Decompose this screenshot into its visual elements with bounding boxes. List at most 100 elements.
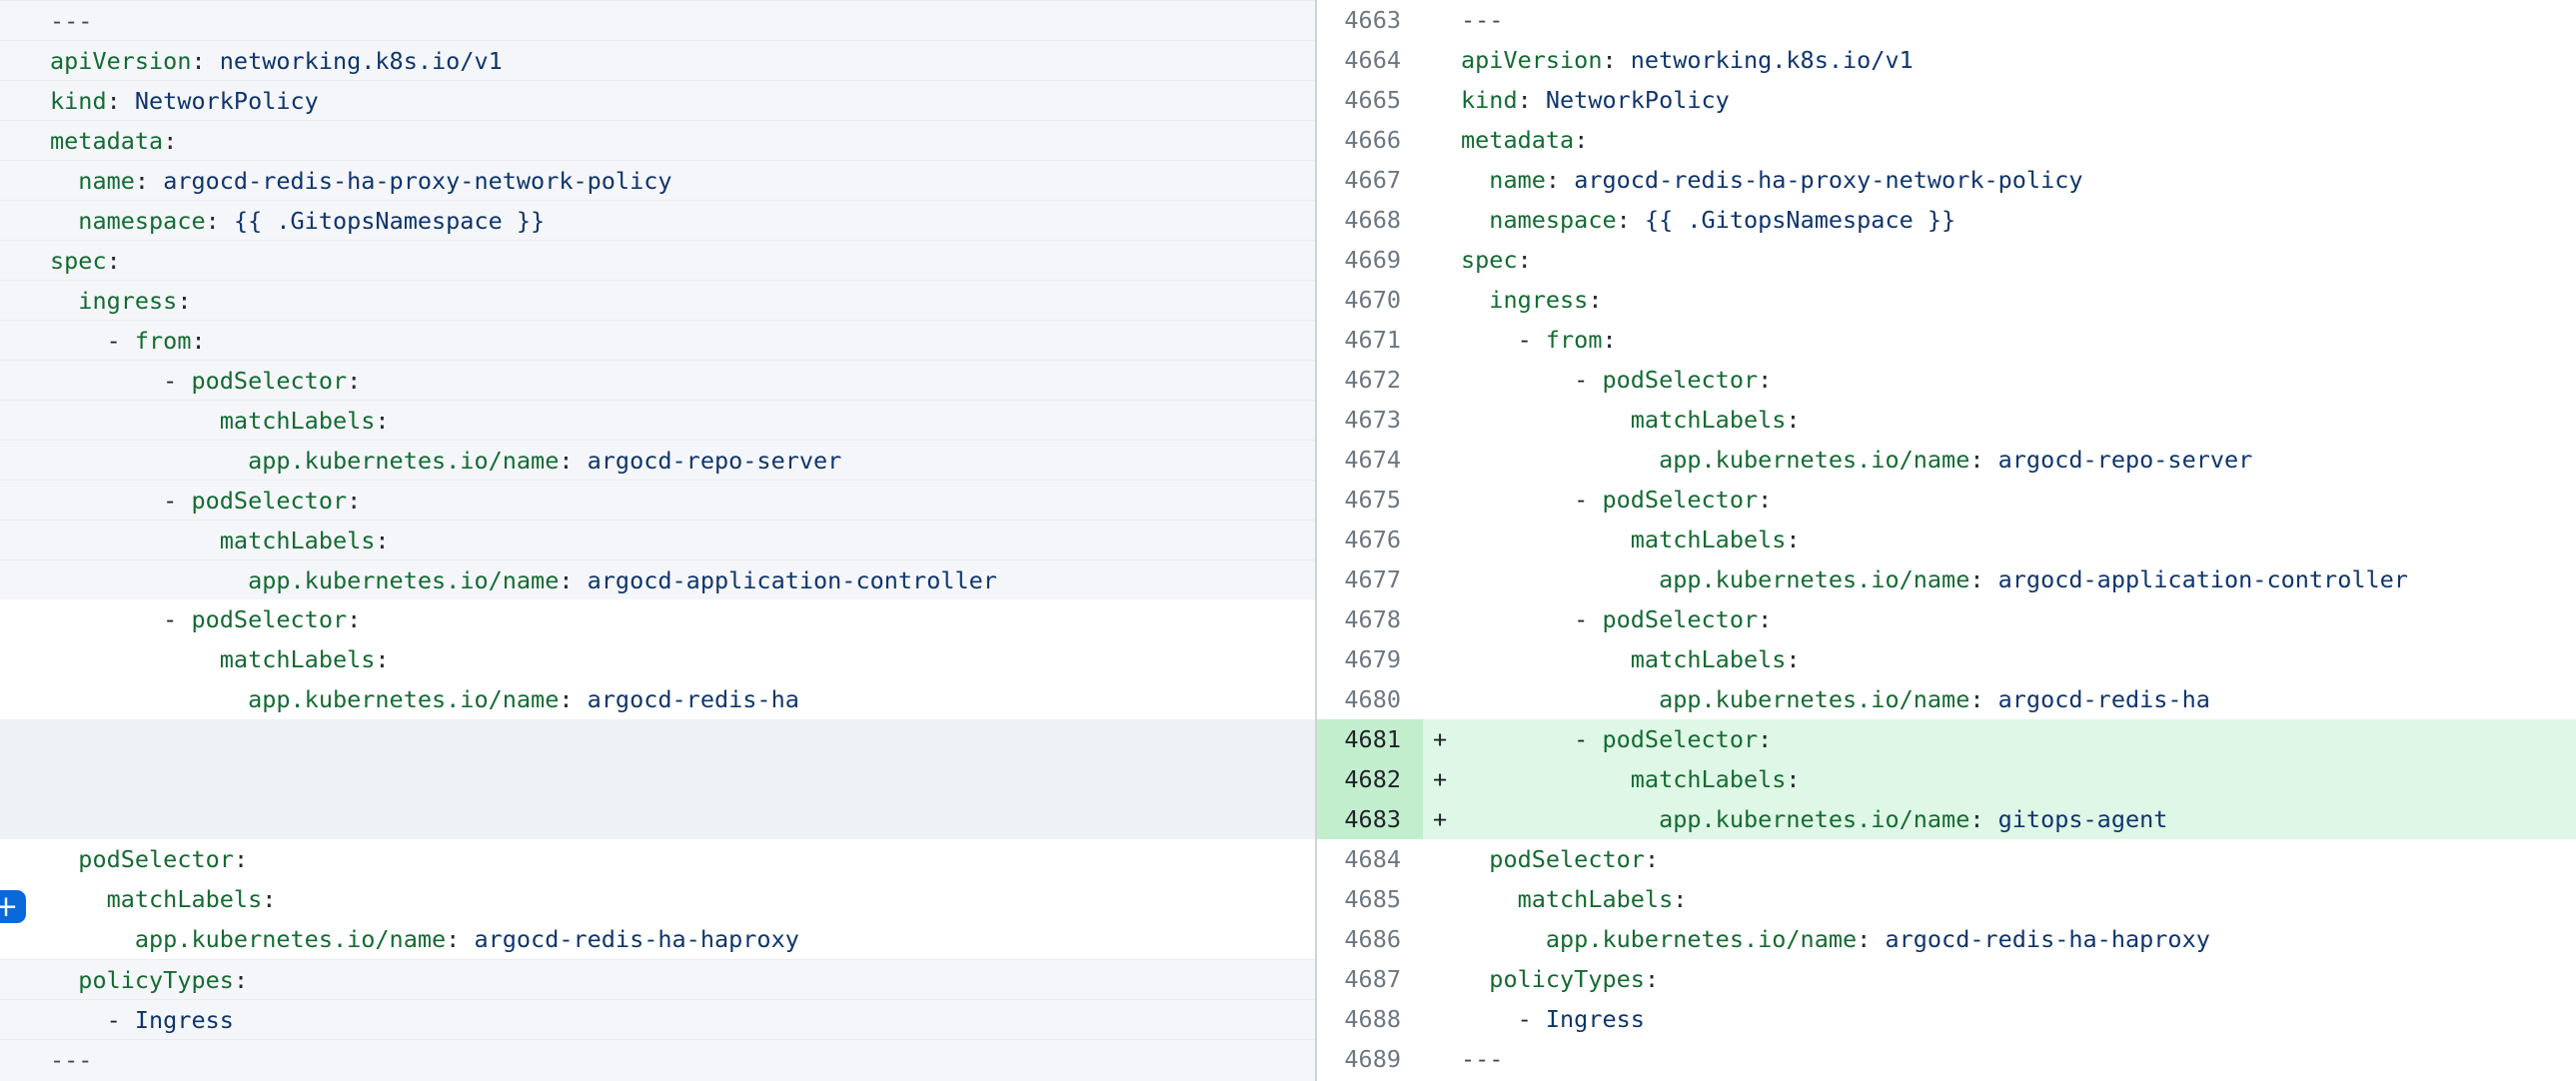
old-code-line: --- xyxy=(0,1039,1315,1081)
code-token-str: NetworkPolicy xyxy=(1546,86,1730,114)
new-line-number[interactable]: 4675 xyxy=(1317,480,1423,520)
diff-row: ingress:4670 ingress: xyxy=(0,280,2576,320)
new-code-line: policyTypes: xyxy=(1461,959,2576,999)
code-token-plain: - xyxy=(50,605,191,633)
code-token-plain: - xyxy=(1461,1005,1546,1033)
code-token-plain xyxy=(50,287,78,315)
new-line-number[interactable]: 4671 xyxy=(1317,320,1423,360)
code-token-str: argocd-redis-ha-proxy-network-policy xyxy=(1574,166,2082,194)
new-code-line: app.kubernetes.io/name: argocd-redis-ha xyxy=(1461,679,2576,719)
code-token-key: from xyxy=(135,327,192,355)
code-token-key: app.kubernetes.io/name xyxy=(248,447,559,475)
new-line-number[interactable]: 4684 xyxy=(1317,839,1423,879)
code-token-plain xyxy=(1461,965,1489,993)
new-line-number[interactable]: 4673 xyxy=(1317,400,1423,440)
new-code-line: - Ingress xyxy=(1461,999,2576,1039)
split-diff-view: ---4663---apiVersion: networking.k8s.io/… xyxy=(0,0,2576,1081)
new-line-number[interactable]: 4678 xyxy=(1317,599,1423,639)
new-line-number[interactable]: 4664 xyxy=(1317,40,1423,80)
new-line-number[interactable]: 4686 xyxy=(1317,919,1423,959)
new-line-number[interactable]: 4683 xyxy=(1317,799,1423,839)
add-line-comment-button[interactable]: + xyxy=(0,890,26,923)
code-token-plain: : xyxy=(1969,565,1997,593)
code-token-plain: : xyxy=(1617,206,1645,234)
code-token-key: matchLabels xyxy=(1631,765,1787,793)
code-token-str: argocd-redis-ha xyxy=(1998,685,2210,713)
new-code-line: matchLabels: xyxy=(1461,759,2576,799)
code-token-plain xyxy=(1461,406,1631,434)
diff-row: ---4663--- xyxy=(0,0,2576,40)
new-line-number[interactable]: 4681 xyxy=(1317,719,1423,759)
diff-marker-blank xyxy=(1423,320,1461,360)
new-line-number[interactable]: 4685 xyxy=(1317,879,1423,919)
diff-row: name: argocd-redis-ha-proxy-network-poli… xyxy=(0,160,2576,200)
new-line-number[interactable]: 4688 xyxy=(1317,999,1423,1039)
new-line-number[interactable]: 4689 xyxy=(1317,1039,1423,1081)
new-line-number[interactable]: 4668 xyxy=(1317,200,1423,240)
new-line-number[interactable]: 4666 xyxy=(1317,120,1423,160)
diff-marker-blank xyxy=(1423,400,1461,440)
code-token-plain: : xyxy=(1857,925,1885,953)
new-line-number[interactable]: 4672 xyxy=(1317,360,1423,400)
code-token-key: ingress xyxy=(1489,286,1588,314)
diff-added-marker: + xyxy=(1423,799,1461,839)
diff-added-marker: + xyxy=(1423,759,1461,799)
new-line-number[interactable]: 4669 xyxy=(1317,240,1423,280)
new-line-number[interactable]: 4667 xyxy=(1317,160,1423,200)
diff-marker-blank xyxy=(1423,520,1461,559)
code-token-plain: - xyxy=(50,327,135,355)
diff-row: spec:4669spec: xyxy=(0,240,2576,280)
code-token-plain xyxy=(50,645,220,673)
diff-row: - from: 4671 - from: xyxy=(0,320,2576,360)
new-code-line: matchLabels: xyxy=(1461,400,2576,440)
new-line-number[interactable]: 4670 xyxy=(1317,280,1423,320)
old-code-line: matchLabels: xyxy=(0,400,1315,440)
diff-row: - podSelector:4678 - podSelector: xyxy=(0,599,2576,639)
diff-row: - podSelector:4672 - podSelector: xyxy=(0,360,2576,400)
code-token-plain xyxy=(1461,805,1659,833)
new-line-number[interactable]: 4680 xyxy=(1317,679,1423,719)
code-token-plain: : xyxy=(1518,86,1546,114)
code-token-plain: : xyxy=(375,645,389,673)
new-code-line: matchLabels: xyxy=(1461,879,2576,919)
code-token-plain xyxy=(50,207,78,235)
code-token-key: podSelector xyxy=(191,487,347,515)
new-code-line: - from: xyxy=(1461,320,2576,360)
new-line-number[interactable]: 4674 xyxy=(1317,440,1423,480)
new-code-line: matchLabels: xyxy=(1461,639,2576,679)
old-empty-placeholder xyxy=(0,799,1315,839)
new-line-number[interactable]: 4663 xyxy=(1317,0,1423,40)
diff-marker-blank xyxy=(1423,40,1461,80)
new-line-number[interactable]: 4687 xyxy=(1317,959,1423,999)
code-token-plain xyxy=(50,447,248,475)
code-token-str: argocd-redis-ha-haproxy xyxy=(474,925,798,953)
code-token-plain: : xyxy=(191,327,205,355)
diff-row: kind: NetworkPolicy4665kind: NetworkPoli… xyxy=(0,80,2576,120)
new-line-number[interactable]: 4677 xyxy=(1317,559,1423,599)
new-line-number[interactable]: 4682 xyxy=(1317,759,1423,799)
code-token-key: from xyxy=(1546,326,1603,354)
diff-row: app.kubernetes.io/name: argocd-redis-ha-… xyxy=(0,919,2576,959)
code-token-str: networking.k8s.io/v1 xyxy=(1631,46,1914,74)
code-token-plain: - xyxy=(1461,486,1602,514)
old-code-line: apiVersion: networking.k8s.io/v1 xyxy=(0,40,1315,80)
code-token-plain xyxy=(50,527,220,554)
code-token-plain xyxy=(50,566,248,594)
new-line-number[interactable]: 4676 xyxy=(1317,520,1423,559)
code-token-plain: - xyxy=(1461,725,1602,753)
code-token-str: Ingress xyxy=(1546,1005,1645,1033)
code-token-plain xyxy=(50,966,78,994)
new-code-line: - podSelector: xyxy=(1461,480,2576,520)
diff-marker-blank xyxy=(1423,480,1461,520)
code-token-str: Ingress xyxy=(135,1006,234,1034)
code-token-plain: : xyxy=(234,845,248,873)
diff-row: 4682+ matchLabels: xyxy=(0,759,2576,799)
new-line-number[interactable]: 4665 xyxy=(1317,80,1423,120)
code-token-plain: : xyxy=(1969,685,1997,713)
code-token-key: name xyxy=(1489,166,1546,194)
new-line-number[interactable]: 4679 xyxy=(1317,639,1423,679)
code-token-plain: : xyxy=(1518,246,1532,274)
new-code-line: --- xyxy=(1461,0,2576,40)
code-token-key: namespace xyxy=(78,207,205,235)
code-token-key: podSelector xyxy=(1602,366,1758,394)
